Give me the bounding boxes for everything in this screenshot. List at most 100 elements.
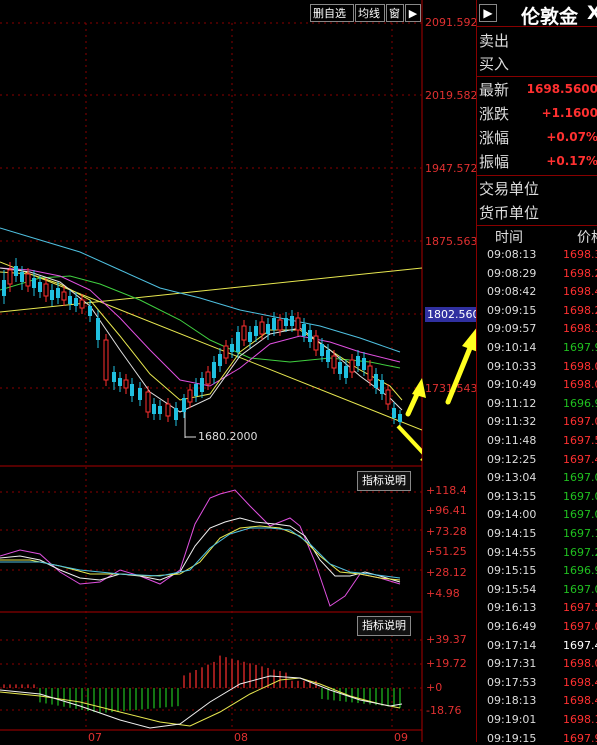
candle-body bbox=[205, 371, 211, 385]
tick-price: 1698.4 bbox=[563, 285, 597, 299]
osc1-axis-label-5: +28.12 bbox=[426, 566, 467, 579]
tick-price: 1697.2 bbox=[563, 545, 597, 559]
tick-time: 09:11:48 bbox=[487, 434, 537, 447]
candle-body bbox=[96, 318, 100, 340]
candle-body bbox=[2, 280, 6, 296]
tick-time: 09:08:13 bbox=[487, 248, 537, 261]
price-axis-current: 1802.560 bbox=[425, 307, 482, 322]
candle-body bbox=[14, 266, 18, 276]
trendline-upper bbox=[0, 267, 422, 313]
candle-body bbox=[392, 408, 396, 418]
panel-back-icon[interactable]: ▶ bbox=[479, 4, 497, 22]
window-button[interactable]: 窗 bbox=[386, 4, 404, 22]
price-axis-label-1: 2091.592 bbox=[425, 16, 478, 29]
expand-arrow-icon[interactable]: ▶ bbox=[405, 4, 421, 22]
tick-price: 1698.2 bbox=[563, 266, 597, 280]
tick-time: 09:19:15 bbox=[487, 731, 537, 745]
tick-time: 09:17:14 bbox=[487, 638, 537, 652]
change-label: 涨跌 bbox=[479, 105, 510, 123]
candle-body bbox=[254, 326, 258, 336]
tick-time: 09:17:31 bbox=[487, 657, 537, 671]
candle-body bbox=[182, 398, 186, 412]
tick-price: 1698.3 bbox=[563, 248, 597, 261]
price-axis-label-4: 1875.563 bbox=[425, 235, 478, 248]
candle-body bbox=[362, 358, 366, 370]
candle-body bbox=[32, 278, 36, 288]
candle-body bbox=[331, 355, 337, 369]
candle-body bbox=[25, 273, 31, 287]
tick-time: 09:12:25 bbox=[487, 452, 537, 466]
tick-price: 1697.0 bbox=[563, 582, 597, 596]
candle-body bbox=[194, 384, 198, 396]
currency-unit-label: 货币单位 bbox=[479, 204, 540, 222]
annotation-arrows bbox=[396, 424, 422, 461]
osc2-axis-label-4: -18.76 bbox=[426, 704, 462, 717]
tick-time: 09:16:13 bbox=[487, 601, 537, 615]
tick-time: 09:17:53 bbox=[487, 675, 537, 689]
candle-body bbox=[79, 299, 85, 309]
osc1-axis-label-2: +96.41 bbox=[426, 504, 467, 517]
ticks-col-time: 时间 bbox=[495, 230, 523, 246]
candle-body bbox=[236, 332, 240, 352]
tick-price: 1697.0 bbox=[563, 415, 597, 429]
trendline-channel bbox=[0, 261, 422, 431]
candle-body bbox=[344, 366, 348, 378]
latest-label: 最新 bbox=[479, 81, 510, 99]
delete-watchlist-button[interactable]: 删自选 bbox=[310, 4, 354, 22]
osc1-axis-label-3: +73.28 bbox=[426, 525, 467, 538]
tick-price: 1697.5 bbox=[563, 434, 597, 447]
candle-body bbox=[398, 414, 402, 422]
sell-label: 卖出 bbox=[479, 32, 510, 50]
change-pct-value: +0.07% bbox=[546, 130, 597, 144]
tick-price: 1697.5 bbox=[563, 601, 597, 615]
tick-time: 09:13:15 bbox=[487, 489, 537, 503]
tick-price: 1698.4 bbox=[563, 675, 597, 689]
candle-body bbox=[68, 296, 72, 304]
candle-body bbox=[43, 283, 49, 297]
candle-body bbox=[326, 350, 330, 362]
candle-body bbox=[152, 404, 156, 414]
tick-price: 1697.4 bbox=[563, 452, 597, 466]
tick-time: 09:19:01 bbox=[487, 713, 537, 726]
candle-body bbox=[56, 288, 60, 298]
tick-time: 09:10:33 bbox=[487, 359, 537, 373]
candle-body bbox=[223, 345, 229, 359]
price-chart[interactable] bbox=[0, 0, 422, 466]
candle-body bbox=[212, 362, 216, 378]
candle-body bbox=[241, 325, 247, 341]
candle-body bbox=[284, 318, 288, 326]
tick-price: 1697.0 bbox=[563, 489, 597, 503]
candle-body bbox=[145, 391, 151, 413]
candle-body bbox=[123, 379, 129, 389]
candle-body bbox=[248, 332, 252, 342]
candle-body bbox=[290, 316, 294, 326]
tick-price: 1698.0 bbox=[563, 378, 597, 392]
tick-price: 1698.0 bbox=[563, 359, 597, 373]
candle-body bbox=[259, 321, 265, 335]
tick-time: 09:14:00 bbox=[487, 508, 537, 522]
tick-time: 09:14:15 bbox=[487, 527, 537, 540]
chart-area[interactable]: 1680.2000 2091.592 2019.582 1947.572 187… bbox=[0, 0, 536, 744]
tick-time: 09:09:15 bbox=[487, 303, 537, 317]
oscillator-2-chart bbox=[0, 655, 403, 729]
tick-price: 1697.9 bbox=[563, 731, 597, 745]
candle-body bbox=[367, 365, 373, 381]
tick-price: 1696.9 bbox=[563, 564, 597, 578]
candle-body bbox=[272, 318, 276, 330]
osc2-axis-label-1: +39.37 bbox=[426, 633, 467, 646]
tick-price: 1698.1 bbox=[563, 713, 597, 726]
buy-label: 买入 bbox=[479, 55, 510, 73]
osc1-axis-label-6: +4.98 bbox=[426, 587, 460, 600]
tick-price: 1697.9 bbox=[563, 341, 597, 354]
candle-body bbox=[230, 344, 234, 352]
moving-average-button[interactable]: 均线 bbox=[355, 4, 385, 22]
candle-body bbox=[50, 290, 54, 300]
osc2-axis-label-2: +19.72 bbox=[426, 657, 467, 670]
tick-price: 1698.1 bbox=[563, 322, 597, 336]
latest-value: 1698.5600 bbox=[526, 82, 597, 96]
candle-body bbox=[218, 354, 222, 366]
tick-time: 09:11:12 bbox=[487, 396, 537, 410]
candle-body bbox=[174, 408, 178, 420]
trade-unit-label: 交易单位 bbox=[479, 180, 540, 198]
tick-time: 09:15:54 bbox=[487, 582, 537, 596]
